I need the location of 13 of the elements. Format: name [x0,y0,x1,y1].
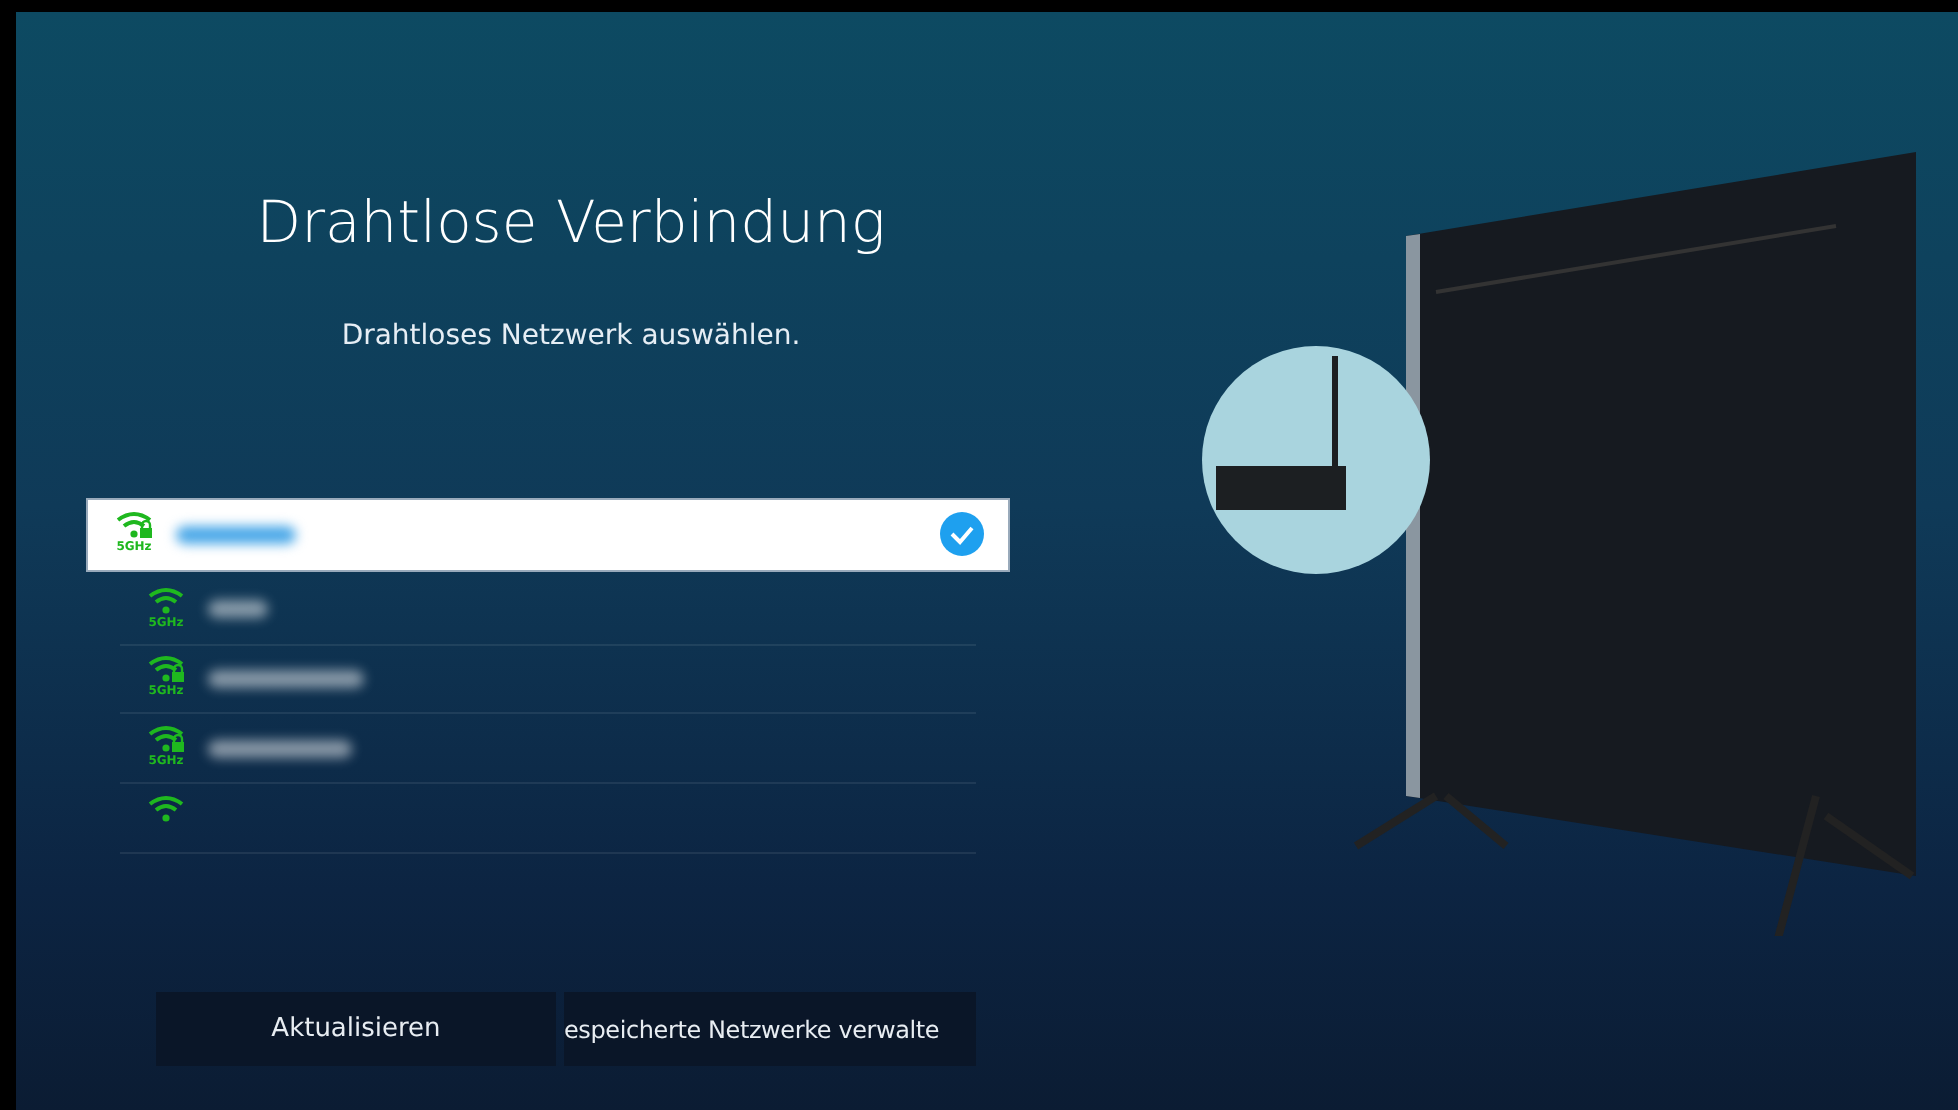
blurred-network-name [208,739,352,758]
manage-networks-button[interactable]: espeicherte Netzwerke verwalte [564,992,976,1066]
check-icon [940,512,984,557]
screen-title: Drahtlose Verbindung [254,188,888,256]
wifi-icon [146,585,186,616]
wifi-icon [114,510,154,541]
wifi-icon [146,654,186,685]
refresh-button[interactable]: Aktualisieren [156,992,556,1066]
blurred-network-name [208,600,268,619]
wifi-icon [146,724,186,755]
screen-subtitle: Drahtloses Netzwerk auswählen. [339,320,803,352]
wifi-icon [146,794,186,825]
blurred-network-name [176,525,296,544]
